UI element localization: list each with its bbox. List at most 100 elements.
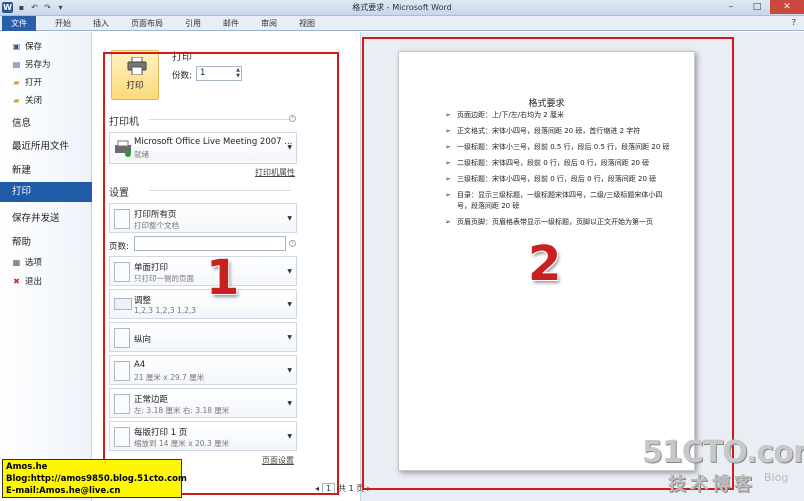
list-item: 目录：显示三级标题，一级标题宋体四号，二级/三级标题宋体小四号，段落间距 20 … <box>445 190 671 212</box>
per-sheet-desc: 缩放到 14 厘米 x 20.3 厘米 <box>134 439 230 448</box>
pages-input[interactable] <box>134 236 286 251</box>
orientation-dropdown[interactable]: 纵向 ▼ <box>109 322 297 352</box>
print-range-desc: 打印整个文档 <box>134 221 179 230</box>
paper-desc: 21 厘米 x 29.7 厘米 <box>134 373 205 382</box>
chevron-down-icon: ▼ <box>287 334 292 341</box>
author-name: Amos.he <box>6 462 48 472</box>
tab-page-layout[interactable]: 页面布局 <box>120 16 174 31</box>
collate-desc: 1,2,3 1,2,3 1,2,3 <box>134 306 197 315</box>
watermark-subtitle: 技术博客 <box>668 474 756 495</box>
sidebar-item-label: 保存 <box>25 42 43 52</box>
copies-label: 份数: <box>172 71 192 81</box>
printer-dropdown[interactable]: Microsoft Office Live Meeting 2007 ... 就… <box>109 132 297 164</box>
sided-dropdown[interactable]: 单面打印 只打印一侧的页面 ▼ <box>109 256 297 286</box>
save-icon: ▣ <box>12 42 21 51</box>
margins-desc: 左: 3.18 厘米 右: 3.18 厘米 <box>134 406 230 415</box>
annotation-number-1: 1 <box>206 250 240 306</box>
tab-insert[interactable]: 插入 <box>82 16 120 31</box>
author-blog: Blog:http://amos9850.blog.51cto.com <box>6 474 187 484</box>
print-heading: 打印 <box>172 52 192 63</box>
printer-properties-link[interactable]: 打印机属性 <box>255 167 295 178</box>
list-item: 正文格式：宋体小四号，段落间距 20 磅，首行缩进 2 字符 <box>445 126 671 137</box>
page-setup-link[interactable]: 页面设置 <box>262 455 294 466</box>
margins-icon <box>114 394 130 414</box>
watermark-tag: Blog <box>764 471 789 484</box>
sidebar-item-print[interactable]: 打印 <box>0 182 92 202</box>
collate-icon <box>114 298 132 310</box>
printer-icon <box>127 57 147 75</box>
author-signature-box: Amos.he Blog:http://amos9850.blog.51cto.… <box>2 459 187 498</box>
chevron-down-icon: ▼ <box>287 433 292 440</box>
orientation-label: 纵向 <box>134 335 152 345</box>
pages-per-sheet-dropdown[interactable]: 每版打印 1 页缩放到 14 厘米 x 20.3 厘米 ▼ <box>109 421 297 451</box>
chevron-down-icon: ▼ <box>287 215 292 222</box>
sidebar-item-save[interactable]: ▣ 保存 <box>0 40 92 52</box>
sidebar-item-exit[interactable]: ✖ 退出 <box>0 275 92 287</box>
sidebar-item-label: 选项 <box>25 258 43 268</box>
help-icon[interactable]: ? <box>792 18 796 27</box>
backstage-sidebar: ▣ 保存 ▤ 另存为 ▰ 打开 ▰ 关闭 信息 最近所用文件 新建 打印 保存并发送 帮… <box>0 32 92 501</box>
paper-size-dropdown[interactable]: A4 21 厘米 x 29.7 厘米 ▼ <box>109 355 297 385</box>
chevron-down-icon: ▼ <box>287 268 292 275</box>
list-item: 二级标题：宋体四号，段前 0 行，段后 0 行，段落间距 20 磅 <box>445 158 671 169</box>
printer-name: Microsoft Office Live Meeting 2007 ... <box>134 137 293 147</box>
sidebar-item-new[interactable]: 新建 <box>0 162 92 176</box>
tab-file[interactable]: 文件 <box>2 16 36 31</box>
ribbon-tab-bar: 文件 开始 插入 页面布局 引用 邮件 审阅 视图 ? <box>0 16 804 31</box>
sidebar-item-info[interactable]: 信息 <box>0 115 92 129</box>
exit-icon: ✖ <box>13 277 20 286</box>
doc-title: 格式要求 <box>528 99 565 109</box>
page-icon <box>114 209 130 229</box>
sidebar-item-help[interactable]: 帮助 <box>0 234 92 248</box>
collate-dropdown[interactable]: 调整 1,2,3 1,2,3 1,2,3 ▼ <box>109 289 297 319</box>
sidebar-item-save-send[interactable]: 保存并发送 <box>0 210 92 224</box>
current-page-input[interactable]: 1 <box>322 483 336 494</box>
maximize-button[interactable]: □ <box>744 0 770 14</box>
print-range-dropdown[interactable]: 打印所有页 打印整个文档 ▼ <box>109 203 297 233</box>
print-range-label: 打印所有页 <box>134 210 177 220</box>
author-email: E-mail:Amos.he@live.cn <box>6 486 121 496</box>
tab-mailings[interactable]: 邮件 <box>212 16 250 31</box>
window-title: 格式要求 - Microsoft Word <box>352 3 452 12</box>
copies-input[interactable]: 1 ▲ ▼ <box>196 66 242 81</box>
total-pages: 共 1 页 <box>338 484 365 493</box>
sidebar-item-open[interactable]: ▰ 打开 <box>0 76 92 88</box>
options-icon: ▦ <box>12 258 21 267</box>
tab-home[interactable]: 开始 <box>44 16 82 31</box>
sidebar-item-close[interactable]: ▰ 关闭 <box>0 94 92 106</box>
tab-references[interactable]: 引用 <box>174 16 212 31</box>
close-folder-icon: ▰ <box>13 96 20 105</box>
tab-view[interactable]: 视图 <box>288 16 326 31</box>
settings-section-title: 设置 <box>109 184 291 199</box>
copies-spinner-icon[interactable]: ▲ ▼ <box>236 67 240 79</box>
collate-label: 调整 <box>134 296 152 306</box>
sidebar-item-label: 打开 <box>25 78 43 88</box>
watermark-logo: 51CTO.com <box>642 435 804 470</box>
list-item: 一级标题：宋体小三号，段前 0.5 行，段后 0.5 行，段落间距 20 磅 <box>445 142 671 153</box>
sidebar-item-save-as[interactable]: ▤ 另存为 <box>0 58 92 70</box>
pages-per-sheet-icon <box>114 427 130 447</box>
prev-page-icon[interactable]: ◂ <box>315 484 319 493</box>
sidebar-item-options[interactable]: ▦ 选项 <box>0 256 92 268</box>
printer-section-title: 打印机 <box>109 113 291 128</box>
doc-bullet-list: 页面边距：上/下/左/右均为 2 厘米 正文格式：宋体小四号，段落间距 20 磅… <box>445 110 671 233</box>
sidebar-item-label: 关闭 <box>25 96 43 106</box>
per-sheet-label: 每版打印 1 页 <box>134 428 188 438</box>
minimize-button[interactable]: – <box>718 0 744 14</box>
info-icon[interactable]: i <box>289 115 296 122</box>
margins-label: 正常边距 <box>134 395 169 405</box>
list-item: 页眉页脚：页眉格表带显示一级标题，页脚以正文开始为第一页 <box>445 217 671 228</box>
next-page-icon[interactable]: ▸ <box>367 484 371 493</box>
printer-device-icon <box>115 140 131 157</box>
sidebar-item-recent[interactable]: 最近所用文件 <box>0 138 92 152</box>
margins-dropdown[interactable]: 正常边距 左: 3.18 厘米 右: 3.18 厘米 ▼ <box>109 388 297 418</box>
info-icon[interactable]: i <box>289 240 296 247</box>
annotation-number-2: 2 <box>528 236 562 292</box>
chevron-down-icon: ▼ <box>287 400 292 407</box>
chevron-down-icon: ▼ <box>287 144 292 151</box>
copies-value: 1 <box>200 68 206 78</box>
close-button[interactable]: ✕ <box>770 0 804 14</box>
tab-review[interactable]: 审阅 <box>250 16 288 31</box>
sided-label: 单面打印 <box>134 263 169 273</box>
print-button[interactable]: 打印 <box>111 50 159 100</box>
